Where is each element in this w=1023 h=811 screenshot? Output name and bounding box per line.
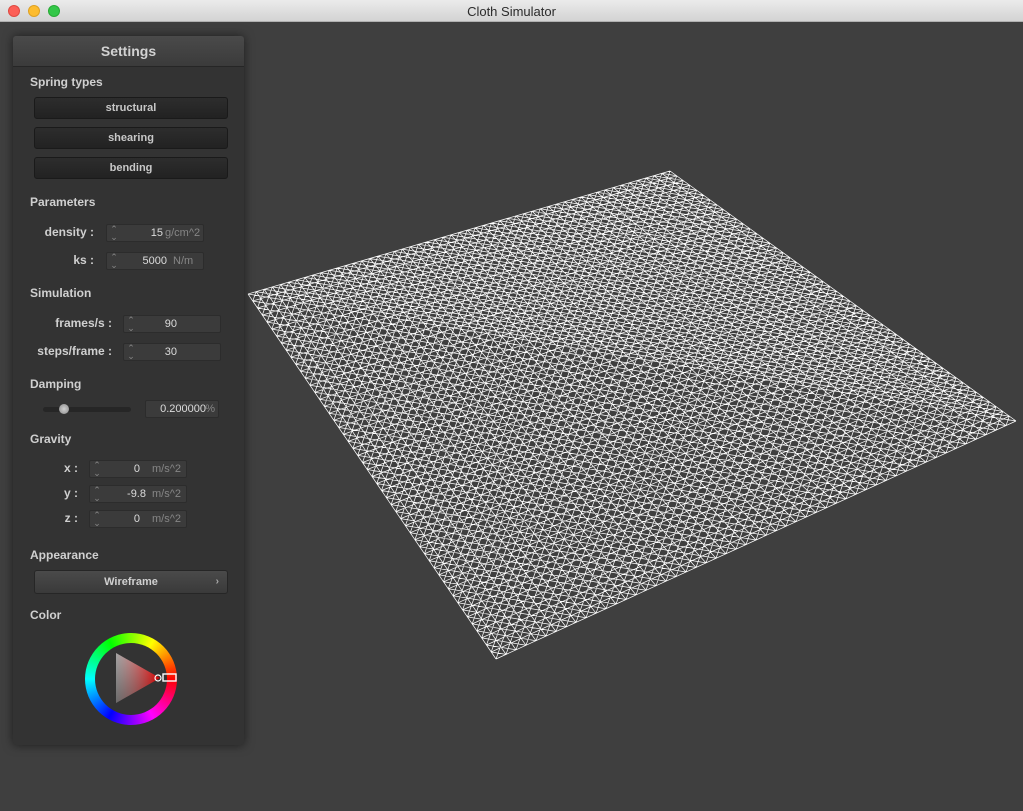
gravity-heading: Gravity [30,432,72,446]
panel-title[interactable]: Settings [13,36,244,67]
up-down-spinner-icon[interactable]: ⌃ ⌄ [127,316,135,333]
up-down-spinner-icon[interactable]: ⌃ ⌄ [93,486,101,503]
shearing-spring-button[interactable]: shearing [34,127,228,149]
up-down-spinner-icon[interactable]: ⌃ ⌄ [110,253,118,270]
up-down-spinner-icon[interactable]: ⌃ ⌄ [110,225,118,242]
appearance-dropdown[interactable]: Wireframe › [34,570,228,594]
damping-field[interactable]: 0.200000 % [145,400,219,418]
ks-field[interactable]: ⌃ ⌄ 5000 N/m [106,252,204,270]
color-wheel[interactable] [85,633,177,725]
bending-spring-button[interactable]: bending [34,157,228,179]
structural-spring-button[interactable]: structural [34,97,228,119]
gravity-z-field[interactable]: ⌃ ⌄ 0 m/s^2 [89,510,187,528]
up-down-spinner-icon[interactable]: ⌃ ⌄ [93,511,101,528]
steps-per-frame-label: steps/frame : [37,344,112,358]
up-down-spinner-icon[interactable]: ⌃ ⌄ [93,461,101,478]
gravity-z-label: z : [64,511,78,525]
hue-ring-marker [162,673,177,682]
density-field[interactable]: ⌃ ⌄ 15 g/cm^2 [106,224,204,242]
frames-per-second-field[interactable]: ⌃ ⌄ 90 [123,315,221,333]
mesh-lines [247,170,1017,660]
simulation-heading: Simulation [30,286,92,300]
density-label: density : [44,225,94,239]
frames-per-second-label: frames/s : [55,316,112,330]
appearance-heading: Appearance [30,548,99,562]
appearance-selected-value: Wireframe [104,576,158,588]
spring-types-heading: Spring types [30,75,103,89]
cloth-viewport[interactable]: Settings Spring types structural shearin… [0,22,1023,811]
gravity-x-label: x : [63,461,78,475]
gravity-y-label: y : [63,486,78,500]
ks-label: ks : [73,253,94,267]
damping-heading: Damping [30,377,82,391]
chevron-right-icon: › [215,576,219,587]
settings-panel: Settings Spring types structural shearin… [13,36,244,745]
damping-slider[interactable] [43,404,131,414]
color-heading: Color [30,608,62,622]
steps-per-frame-field[interactable]: ⌃ ⌄ 30 [123,343,221,361]
damping-slider-handle[interactable] [59,404,69,414]
up-down-spinner-icon[interactable]: ⌃ ⌄ [127,344,135,361]
gravity-x-field[interactable]: ⌃ ⌄ 0 m/s^2 [89,460,187,478]
window-title: Cloth Simulator [467,4,556,19]
color-triangle[interactable] [85,633,177,725]
title-bar: Cloth Simulator [0,0,1023,22]
gravity-y-field[interactable]: ⌃ ⌄ -9.8 m/s^2 [89,485,187,503]
parameters-heading: Parameters [30,195,96,209]
